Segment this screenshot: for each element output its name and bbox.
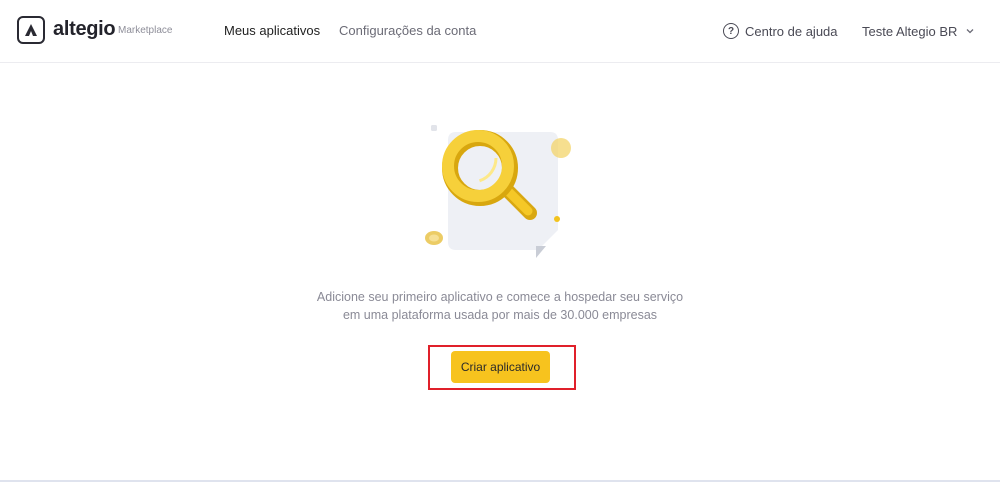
nav-meus-aplicativos[interactable]: Meus aplicativos — [224, 23, 320, 38]
empty-state-line-2: em uma plataforma usada por mais de 30.0… — [342, 308, 658, 322]
create-app-button[interactable]: Criar aplicativo — [451, 351, 550, 383]
empty-state-line-1: Adicione seu primeiro aplicativo e comec… — [316, 290, 684, 304]
nav-configuracoes-da-conta[interactable]: Configurações da conta — [339, 23, 476, 38]
help-center-link[interactable]: ? Centro de ajuda — [723, 21, 838, 41]
altegio-logo-icon[interactable] — [17, 16, 45, 44]
empty-state-message: Adicione seu primeiro aplicativo e comec… — [250, 288, 750, 324]
brand-name[interactable]: altegio — [53, 18, 116, 41]
question-circle-icon: ? — [723, 23, 739, 39]
help-center-label: Centro de ajuda — [745, 23, 838, 39]
account-menu[interactable]: Teste Altegio BR — [862, 21, 975, 41]
chevron-down-icon — [966, 29, 974, 34]
top-header: altegio Marketplace Meus aplicativos Con… — [0, 0, 1000, 63]
magnifier-illustration — [425, 125, 571, 258]
brand-subtitle: Marketplace — [118, 25, 173, 36]
account-name: Teste Altegio BR — [862, 23, 958, 39]
